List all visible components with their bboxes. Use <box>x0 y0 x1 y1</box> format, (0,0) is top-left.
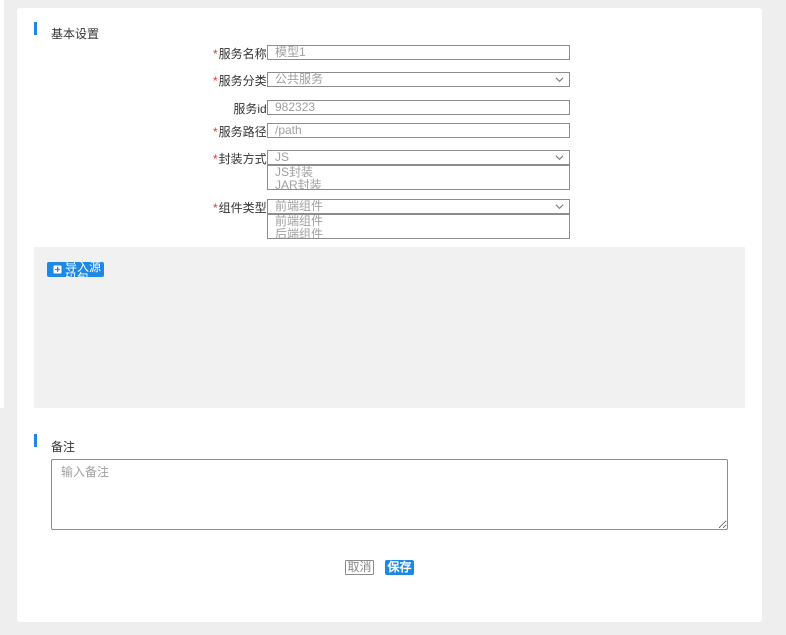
save-button[interactable]: 保存 <box>385 560 414 575</box>
service-id-input[interactable]: 982323 <box>267 100 570 115</box>
form-card: 基本设置 *服务名称: 模型1 *服务分类: 公共服务 服务id: 982323… <box>17 8 762 622</box>
required-mark: * <box>212 47 218 61</box>
form-row-service-id: 服务id: 982323 <box>17 100 762 120</box>
cancel-button[interactable]: 取消 <box>345 560 374 575</box>
component-type-label: *组件类型: <box>213 199 270 217</box>
component-type-value: 前端组件 <box>275 199 324 213</box>
packaging-options-list: JS封装 JAR封装 <box>267 165 570 190</box>
left-panel-edge <box>0 0 4 408</box>
basic-settings-title: 基本设置 <box>51 27 100 41</box>
packaging-value: JS <box>275 150 290 164</box>
service-name-label: *服务名称: <box>213 45 270 63</box>
remark-textarea[interactable] <box>51 459 728 530</box>
packaging-label-text: 封装方式 <box>218 152 267 166</box>
required-mark: * <box>212 74 218 88</box>
service-path-label-text: 服务路径 <box>218 125 267 139</box>
import-source-button[interactable]: 导入源码包 <box>47 262 104 277</box>
form-row-service-path: *服务路径: /path <box>17 123 762 143</box>
form-row-service-name: *服务名称: 模型1 <box>17 45 762 65</box>
plus-icon <box>53 265 62 274</box>
packaging-label: *封装方式: <box>213 150 270 168</box>
required-mark: * <box>212 201 218 215</box>
chevron-down-icon <box>555 77 564 83</box>
required-mark: * <box>212 125 218 139</box>
component-type-label-text: 组件类型 <box>218 201 267 215</box>
service-name-label-text: 服务名称 <box>218 47 267 61</box>
packaging-select[interactable]: JS <box>267 150 570 165</box>
service-category-select[interactable]: 公共服务 <box>267 72 570 87</box>
service-name-input[interactable]: 模型1 <box>267 45 570 60</box>
service-path-label: *服务路径: <box>213 123 270 141</box>
service-id-label-text: 服务id <box>233 102 267 116</box>
component-type-options-list: 前端组件 后端组件 <box>267 214 570 239</box>
component-type-option[interactable]: 后端组件 <box>275 228 569 239</box>
section-accent-bar <box>34 434 37 447</box>
section-accent-bar <box>34 22 37 35</box>
service-category-value: 公共服务 <box>275 72 324 86</box>
source-upload-area: 导入源码包 <box>34 247 745 408</box>
service-path-input[interactable]: /path <box>267 123 570 138</box>
service-category-label-text: 服务分类 <box>218 74 267 88</box>
import-source-label: 导入源码包 <box>65 262 102 277</box>
service-category-label: *服务分类: <box>213 72 270 90</box>
required-mark: * <box>212 152 218 166</box>
packaging-option[interactable]: JAR封装 <box>275 179 569 190</box>
remark-title: 备注 <box>51 440 76 454</box>
service-id-label: 服务id: <box>233 100 270 118</box>
chevron-down-icon <box>555 155 564 161</box>
chevron-down-icon <box>555 204 564 210</box>
component-type-select[interactable]: 前端组件 <box>267 199 570 214</box>
form-row-service-category: *服务分类: 公共服务 <box>17 72 762 92</box>
